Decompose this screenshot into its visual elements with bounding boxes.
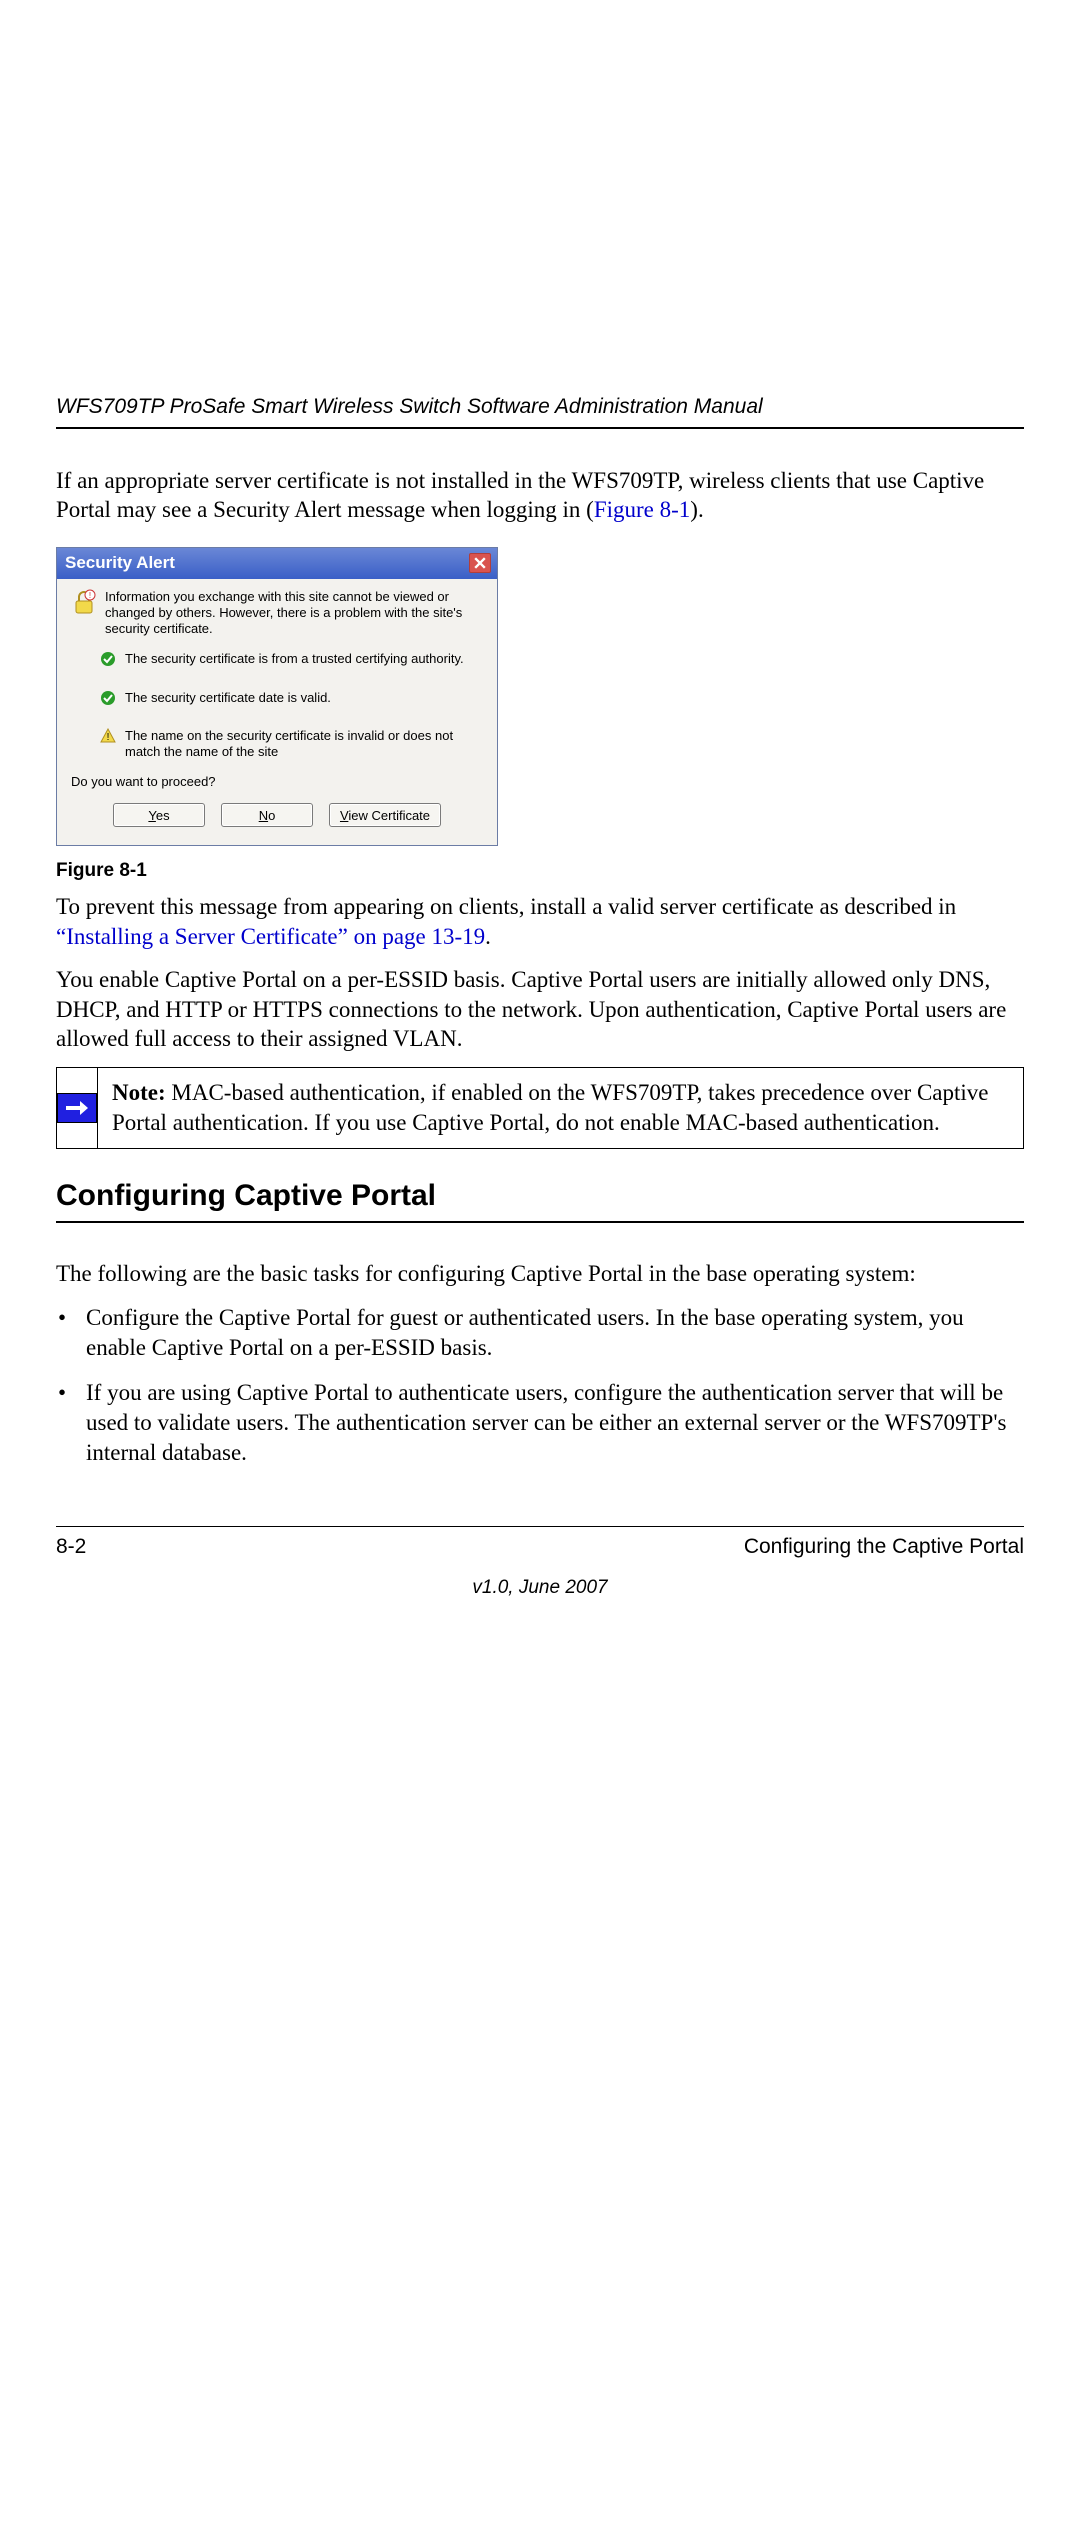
- footer-row: 8-2 Configuring the Captive Portal: [56, 1535, 1024, 1559]
- page-number: 8-2: [56, 1535, 86, 1559]
- header-rule: [56, 427, 1024, 429]
- lock-warning-icon: !: [71, 589, 97, 617]
- note-icon-cell: [57, 1068, 98, 1148]
- para1-after: .: [485, 924, 491, 949]
- dialog-check1-row: The security certificate is from a trust…: [71, 651, 483, 667]
- bullet-text: If you are using Captive Portal to authe…: [86, 1378, 1024, 1468]
- running-header: WFS709TP ProSafe Smart Wireless Switch S…: [56, 395, 1024, 419]
- note-body: MAC-based authentication, if enabled on …: [112, 1080, 989, 1135]
- section-rule: [56, 1221, 1024, 1223]
- bullet-icon: •: [56, 1303, 86, 1363]
- para1-before: To prevent this message from appearing o…: [56, 894, 956, 919]
- list-item: •If you are using Captive Portal to auth…: [56, 1378, 1024, 1468]
- bullet-icon: •: [56, 1378, 86, 1468]
- yes-button[interactable]: Yes: [113, 803, 205, 827]
- dialog-check2-text: The security certificate date is valid.: [125, 690, 483, 706]
- footer-rule: [56, 1526, 1024, 1527]
- intro-text-after: ).: [690, 497, 703, 522]
- dialog-check2-row: The security certificate date is valid.: [71, 690, 483, 706]
- arrow-right-icon: [57, 1093, 97, 1123]
- section-intro: The following are the basic tasks for co…: [56, 1259, 1024, 1288]
- figure-caption: Figure 8-1: [56, 860, 1024, 882]
- note-text: Note: MAC-based authentication, if enabl…: [98, 1068, 1023, 1148]
- dialog-warn-row: ! The name on the security certificate i…: [71, 728, 483, 761]
- view-label-rest: iew Certificate: [348, 808, 430, 823]
- dialog-check1-text: The security certificate is from a trust…: [125, 651, 483, 667]
- figure-8-1-link[interactable]: Figure 8-1: [594, 497, 690, 522]
- page-footer: 8-2 Configuring the Captive Portal v1.0,…: [56, 1526, 1024, 1599]
- check-icon: [99, 690, 117, 706]
- footer-section-title: Configuring the Captive Portal: [744, 1535, 1024, 1559]
- dialog-button-row: Yes No View Certificate: [71, 803, 483, 831]
- figure-8-1: Security Alert ! Information you exchang…: [56, 547, 1024, 847]
- security-alert-dialog: Security Alert ! Information you exchang…: [56, 547, 498, 847]
- check-icon: [99, 651, 117, 667]
- paragraph-per-essid: You enable Captive Portal on a per-ESSID…: [56, 965, 1024, 1053]
- bullet-text: Configure the Captive Portal for guest o…: [86, 1303, 1024, 1363]
- bullet-list: •Configure the Captive Portal for guest …: [56, 1303, 1024, 1468]
- svg-text:!: !: [89, 591, 91, 600]
- intro-paragraph: If an appropriate server certificate is …: [56, 467, 1024, 525]
- dialog-warn-text: The name on the security certificate is …: [125, 728, 483, 761]
- dialog-title-text: Security Alert: [65, 553, 175, 573]
- dialog-info-row: ! Information you exchange with this sit…: [71, 589, 483, 638]
- note-label: Note:: [112, 1080, 166, 1105]
- list-item: •Configure the Captive Portal for guest …: [56, 1303, 1024, 1363]
- paragraph-install-cert: To prevent this message from appearing o…: [56, 892, 1024, 951]
- svg-text:!: !: [107, 732, 110, 743]
- dialog-body: ! Information you exchange with this sit…: [57, 579, 497, 846]
- dialog-prompt: Do you want to proceed?: [71, 774, 483, 789]
- dialog-info-text: Information you exchange with this site …: [105, 589, 483, 638]
- yes-label-rest: es: [156, 808, 170, 823]
- note-box: Note: MAC-based authentication, if enabl…: [56, 1067, 1024, 1149]
- no-label-rest: o: [268, 808, 275, 823]
- section-heading: Configuring Captive Portal: [56, 1179, 1024, 1213]
- no-button[interactable]: No: [221, 803, 313, 827]
- document-page: WFS709TP ProSafe Smart Wireless Switch S…: [56, 395, 1024, 1585]
- install-cert-link[interactable]: “Installing a Server Certificate” on pag…: [56, 924, 485, 949]
- close-icon[interactable]: [469, 553, 491, 573]
- footer-version: v1.0, June 2007: [56, 1577, 1024, 1599]
- view-certificate-button[interactable]: View Certificate: [329, 803, 441, 827]
- intro-text-before: If an appropriate server certificate is …: [56, 468, 984, 522]
- dialog-titlebar: Security Alert: [57, 548, 497, 579]
- warning-icon: !: [99, 728, 117, 744]
